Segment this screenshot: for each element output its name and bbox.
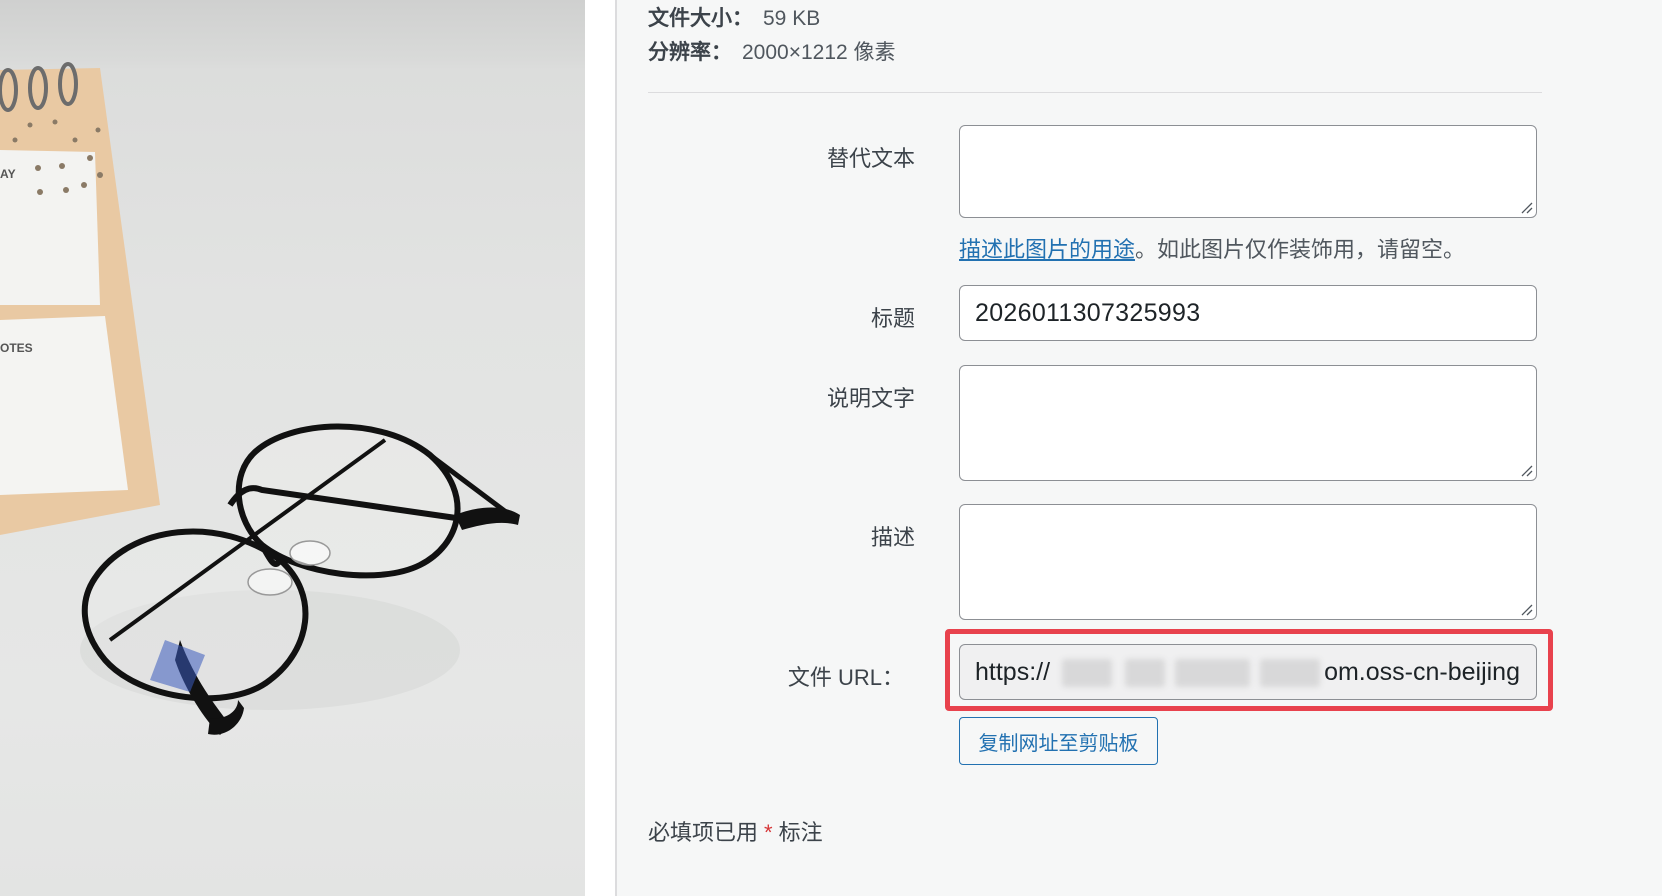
alt-text-hint: 描述此图片的用途。如此图片仅作装饰用，请留空。	[959, 232, 1465, 264]
required-note-before: 必填项已用	[648, 820, 759, 845]
title-input[interactable]: 2026011307325993	[959, 285, 1537, 341]
alt-text-hint-text: 。如此图片仅作装饰用，请留空。	[1135, 237, 1466, 262]
title-label: 标题	[870, 306, 915, 331]
file-url-label: 文件 URL：	[787, 665, 904, 690]
file-size-label: 文件大小：	[648, 7, 753, 30]
file-size-value: 59 KB	[763, 7, 821, 30]
resolution-row: 分辨率： 2000×1212 像素	[648, 36, 896, 66]
resize-handle-icon[interactable]	[1519, 200, 1533, 214]
url-highlight-box	[945, 629, 1553, 711]
description-field[interactable]	[959, 504, 1537, 620]
svg-text:OTES: OTES	[0, 341, 33, 355]
caption-field[interactable]	[959, 365, 1537, 481]
description-label: 描述	[870, 525, 915, 550]
glasses-photo: AY OTES	[0, 62, 520, 735]
required-note-after: 标注	[778, 820, 823, 845]
alt-text-label: 替代文本	[826, 146, 915, 171]
resolution-label: 分辨率：	[648, 41, 732, 64]
attachment-details-panel: 文件大小： 59 KB 分辨率： 2000×1212 像素 替代文本 描述此图片的用…	[617, 0, 1662, 896]
resize-handle-icon[interactable]	[1519, 602, 1533, 616]
required-fields-note: 必填项已用 * 标注	[648, 815, 823, 847]
title-value: 2026011307325993	[975, 298, 1201, 327]
alt-text-field[interactable]	[959, 125, 1537, 218]
resize-handle-icon[interactable]	[1519, 463, 1533, 477]
copy-url-button[interactable]: 复制网址至剪贴板	[959, 717, 1158, 765]
resolution-value: 2000×1212 像素	[742, 41, 896, 64]
caption-label: 说明文字	[826, 386, 915, 411]
attachment-preview-image: AY OTES	[0, 0, 585, 896]
gutter	[585, 0, 615, 896]
section-divider	[648, 92, 1542, 93]
required-star: *	[764, 820, 773, 845]
file-size-row: 文件大小： 59 KB	[648, 2, 820, 32]
svg-text:AY: AY	[0, 167, 16, 181]
alt-text-help-link[interactable]: 描述此图片的用途	[959, 237, 1135, 262]
